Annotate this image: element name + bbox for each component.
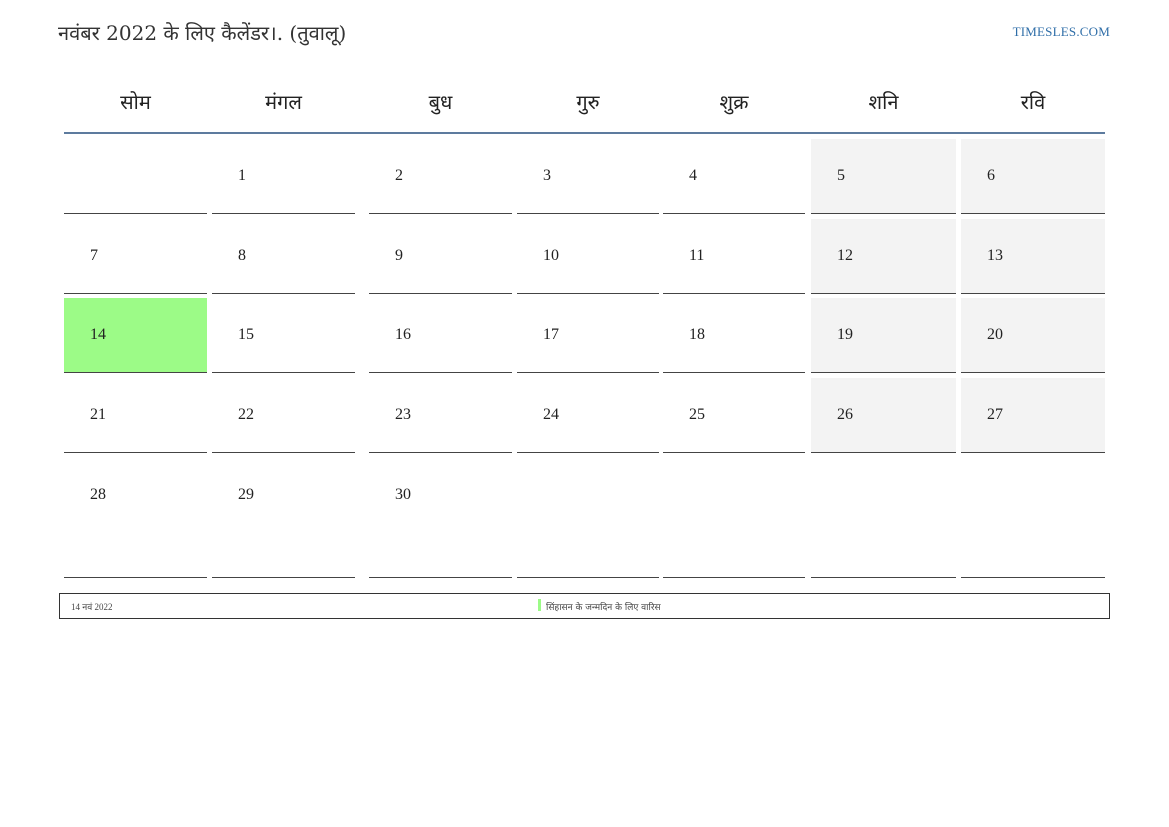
day-number: 22	[238, 406, 254, 423]
day-number: 13	[987, 247, 1003, 264]
day-number: 18	[689, 326, 705, 343]
day-number: 5	[837, 167, 845, 184]
day-cell-3[interactable]: 3	[517, 139, 659, 214]
day-number: 20	[987, 326, 1003, 343]
empty-day-cell	[517, 458, 659, 578]
day-number: 9	[395, 247, 403, 264]
day-number: 15	[238, 326, 254, 343]
day-number: 11	[689, 247, 705, 264]
day-cell-20[interactable]: 20	[961, 298, 1105, 373]
day-cell-6[interactable]: 6	[961, 139, 1105, 214]
day-number: 23	[395, 406, 411, 423]
day-cell-16[interactable]: 16	[369, 298, 512, 373]
day-cell-18[interactable]: 18	[663, 298, 805, 373]
day-cell-26[interactable]: 26	[811, 378, 956, 453]
day-number: 24	[543, 406, 559, 423]
day-number: 4	[689, 167, 697, 184]
day-cell-8[interactable]: 8	[212, 219, 355, 294]
day-number: 6	[987, 167, 995, 184]
day-cell-24[interactable]: 24	[517, 378, 659, 453]
day-number: 19	[837, 326, 853, 343]
day-number: 21	[90, 406, 106, 423]
day-cell-25[interactable]: 25	[663, 378, 805, 453]
day-cell-30[interactable]: 30	[369, 458, 512, 578]
day-cell-17[interactable]: 17	[517, 298, 659, 373]
day-number: 12	[837, 247, 853, 264]
day-number: 10	[543, 247, 559, 264]
day-cell-29[interactable]: 29	[212, 458, 355, 578]
day-cell-13[interactable]: 13	[961, 219, 1105, 294]
day-cell-21[interactable]: 21	[64, 378, 207, 453]
day-number: 25	[689, 406, 705, 423]
day-cell-23[interactable]: 23	[369, 378, 512, 453]
legend-event: सिंहासन के जन्मदिन के लिए वारिस	[546, 603, 661, 613]
day-cell-1[interactable]: 1	[212, 139, 355, 214]
legend-box: 14 नवं 2022 सिंहासन के जन्मदिन के लिए वा…	[59, 593, 1110, 619]
day-cell-2[interactable]: 2	[369, 139, 512, 214]
day-cell-5[interactable]: 5	[811, 139, 956, 214]
day-number: 14	[90, 326, 106, 343]
day-number: 8	[238, 247, 246, 264]
day-number: 2	[395, 167, 403, 184]
day-number: 17	[543, 326, 559, 343]
day-cell-4[interactable]: 4	[663, 139, 805, 214]
day-number: 7	[90, 247, 98, 264]
day-cell-15[interactable]: 15	[212, 298, 355, 373]
empty-day-cell	[64, 139, 207, 214]
day-number: 1	[238, 167, 246, 184]
calendar-grid: 1 2 3 4 5 6 7 8 9 10 11 12 13 14 15 16 17 18 19 20 21 22 23 24 2…	[0, 0, 1169, 600]
day-cell-14[interactable]: 14	[64, 298, 207, 373]
day-cell-12[interactable]: 12	[811, 219, 956, 294]
day-cell-28[interactable]: 28	[64, 458, 207, 578]
day-cell-7[interactable]: 7	[64, 219, 207, 294]
day-number: 16	[395, 326, 411, 343]
legend-date: 14 नवं 2022	[71, 602, 113, 612]
empty-day-cell	[663, 458, 805, 578]
day-cell-10[interactable]: 10	[517, 219, 659, 294]
empty-day-cell	[961, 458, 1105, 578]
day-cell-19[interactable]: 19	[811, 298, 956, 373]
day-number: 30	[395, 486, 411, 503]
day-number: 3	[543, 167, 551, 184]
day-cell-27[interactable]: 27	[961, 378, 1105, 453]
day-number: 29	[238, 486, 254, 503]
day-number: 28	[90, 486, 106, 503]
day-cell-9[interactable]: 9	[369, 219, 512, 294]
day-number: 27	[987, 406, 1003, 423]
empty-day-cell	[811, 458, 956, 578]
day-cell-22[interactable]: 22	[212, 378, 355, 453]
day-number: 26	[837, 406, 853, 423]
legend-color-marker	[538, 599, 541, 611]
day-cell-11[interactable]: 11	[663, 219, 805, 294]
